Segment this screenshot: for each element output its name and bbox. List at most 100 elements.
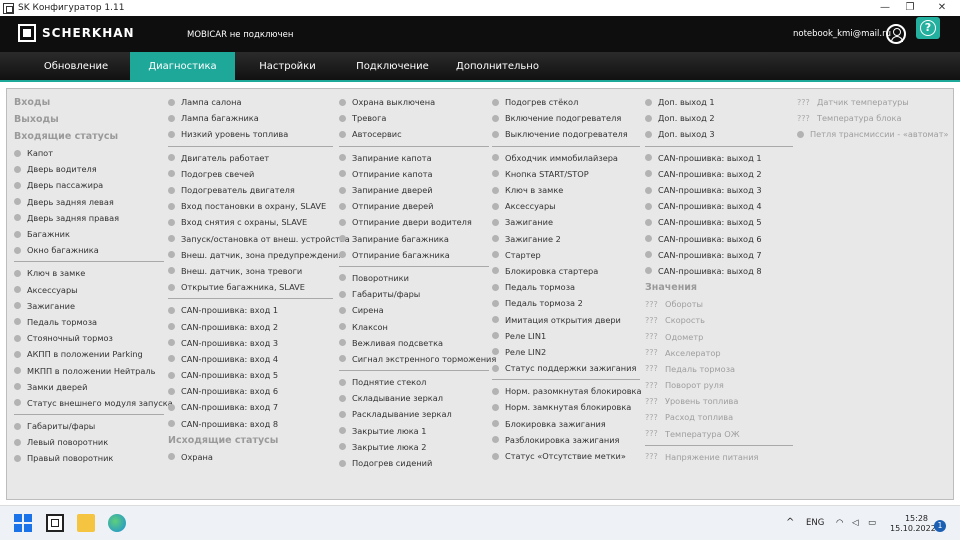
user-icon[interactable] — [886, 24, 906, 44]
status-indicator-icon — [645, 235, 652, 243]
status-group: Двигатель работает Подогрев свечей Подогре… — [168, 150, 350, 296]
status-indicator-icon — [339, 202, 346, 210]
status-row: Отпирание дверей — [339, 198, 489, 214]
divider — [14, 261, 164, 263]
tab-additional[interactable]: Дополнительно — [450, 52, 545, 82]
notification-badge[interactable]: 1 — [934, 520, 946, 532]
status-row: CAN-прошивка: выход 6 — [645, 231, 793, 247]
status-label: CAN-прошивка: вход 3 — [181, 337, 279, 348]
status-indicator-icon — [339, 274, 346, 282]
status-group: Охрана — [168, 449, 333, 465]
tab-connection[interactable]: Подключение — [340, 52, 445, 82]
status-row: Запирание дверей — [339, 182, 489, 198]
status-label: Отпирание двери водителя — [352, 217, 472, 228]
tab-update[interactable]: Обновление — [22, 52, 130, 82]
status-indicator-icon — [14, 214, 21, 222]
status-label: CAN-прошивка: выход 1 — [658, 152, 762, 163]
status-indicator-icon — [339, 355, 346, 363]
status-label: Реле LIN2 — [505, 346, 547, 357]
section-outputs[interactable]: Выходы — [14, 111, 164, 128]
status-row: Вход снятия с охраны, SLAVE — [168, 214, 333, 230]
status-row: Блокировка стартера — [492, 263, 640, 279]
value-row: ??? Обороты — [645, 296, 793, 312]
value-row: ??? Педаль тормоза — [645, 361, 793, 377]
status-row: Реле LIN1 — [492, 328, 640, 344]
status-label: Багажник — [27, 229, 70, 240]
divider — [645, 444, 793, 446]
value-label: Акселератор — [665, 347, 721, 358]
status-indicator-icon — [168, 283, 175, 291]
status-label: Подогрев стёкол — [505, 97, 579, 108]
status-row: Подогреватель двигателя — [168, 182, 333, 198]
column-sensors: ??? Датчик температуры ??? Температура б… — [797, 94, 952, 143]
status-row: CAN-прошивка: вход 4 — [168, 351, 333, 367]
status-row: Охрана — [168, 449, 333, 465]
status-label: Клаксон — [352, 321, 388, 332]
status-indicator-icon — [168, 453, 175, 461]
status-row: CAN-прошивка: вход 3 — [168, 335, 333, 351]
divider — [339, 265, 489, 267]
value-row: ??? Расход топлива — [645, 409, 793, 425]
status-group: CAN-прошивка: вход 1 CAN-прошивка: вход 2… — [168, 302, 333, 432]
tray-chevron-icon[interactable]: ^ — [786, 517, 794, 528]
status-label: Левый поворотник — [27, 437, 109, 448]
help-button[interactable]: ? — [916, 17, 940, 39]
browser-icon[interactable] — [108, 514, 126, 532]
battery-icon[interactable]: ▭ — [868, 518, 876, 528]
status-label: Замки дверей — [27, 381, 88, 392]
close-button[interactable]: ✕ — [927, 0, 957, 16]
status-indicator-icon — [645, 218, 652, 226]
status-label: Блокировка стартера — [505, 265, 599, 276]
unknown-value: ??? — [645, 412, 658, 422]
status-indicator-icon — [492, 452, 499, 460]
status-label: Вход постановки в охрану, SLAVE — [181, 201, 327, 212]
divider — [168, 145, 333, 147]
status-label: Складывание зеркал — [352, 393, 443, 404]
status-label: Реле LIN1 — [505, 330, 547, 341]
status-row: Разблокировка зажигания — [492, 432, 640, 448]
status-label: Запирание багажника — [352, 233, 449, 244]
column-inputs-2: Лампа салона Лампа багажника Низкий уровен… — [168, 94, 350, 465]
unknown-value: ??? — [645, 429, 658, 439]
volume-icon[interactable]: ◁ — [852, 518, 859, 528]
clock-time: 15:28 — [904, 514, 928, 523]
status-row: Статус поддержки зажигания — [492, 360, 640, 376]
account-email[interactable]: notebook_kmi@mail.ru — [793, 29, 891, 39]
status-row: Отпирание двери водителя — [339, 214, 489, 230]
status-indicator-icon — [339, 323, 346, 331]
maximize-button[interactable]: ❐ — [895, 0, 925, 16]
value-label: Педаль тормоза — [665, 363, 736, 374]
status-row: Вежливая подсветка — [339, 335, 489, 351]
status-group: Запирание капота Отпирание капота Запирани… — [339, 150, 489, 263]
language-indicator[interactable]: ENG — [806, 518, 824, 528]
system-clock[interactable]: 15:28 15.10.2022 — [890, 514, 936, 534]
status-row: Зажигание — [492, 214, 640, 230]
tab-diagnostics[interactable]: Диагностика — [130, 52, 235, 82]
status-indicator-icon — [492, 420, 499, 428]
status-label: CAN-прошивка: выход 3 — [658, 185, 762, 196]
status-indicator-icon — [492, 235, 499, 243]
status-row: Охрана выключена — [339, 94, 489, 110]
status-row: Статус внешнего модуля запуска — [14, 395, 173, 411]
status-label: Зажигание 2 — [505, 233, 561, 244]
wifi-icon[interactable]: ◠ — [836, 518, 843, 528]
windows-start-icon[interactable] — [14, 514, 32, 532]
section-inputs[interactable]: Входы — [14, 94, 164, 111]
status-row: Замки дверей — [14, 379, 164, 395]
status-row: CAN-прошивка: выход 5 — [645, 214, 793, 230]
value-row: ??? Одометр — [645, 328, 793, 344]
status-row: Отпирание багажника — [339, 247, 489, 263]
status-indicator-icon — [492, 387, 499, 395]
status-indicator-icon — [14, 367, 21, 375]
status-group: Охрана выключена Тревога Автосервис — [339, 94, 489, 143]
status-label: Кнопка START/STOP — [505, 168, 589, 179]
file-explorer-icon[interactable] — [77, 514, 95, 532]
status-label: Габариты/фары — [352, 289, 421, 300]
status-indicator-icon — [168, 403, 175, 411]
status-row: Доп. выход 1 — [645, 94, 793, 110]
status-indicator-icon — [492, 130, 499, 138]
status-label: Зажигание — [505, 217, 553, 228]
tab-settings[interactable]: Настройки — [240, 52, 335, 82]
sk-configurator-taskbar-icon[interactable] — [46, 514, 64, 532]
status-indicator-icon — [339, 130, 346, 138]
